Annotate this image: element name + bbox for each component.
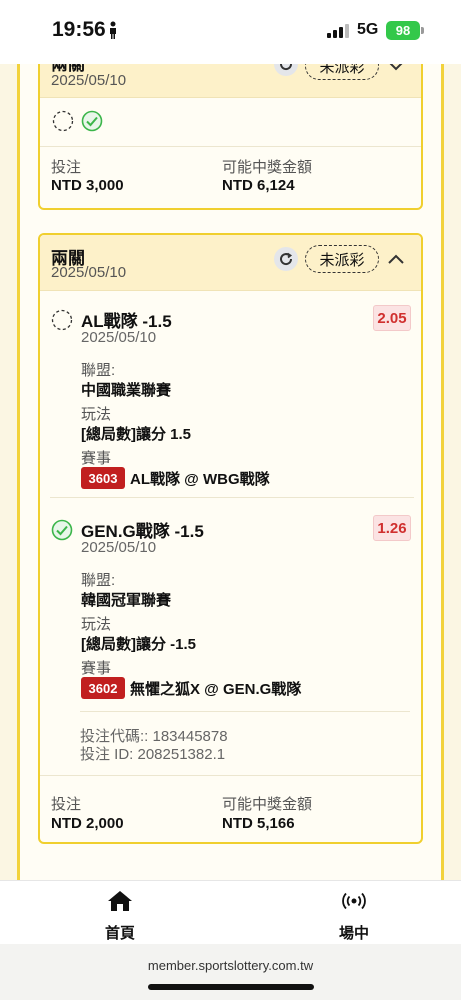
home-icon [108,891,132,911]
status-time: 19:56 [52,18,106,41]
stake-value: NTD 2,000 [51,815,124,832]
payout-label: 可能中獎金額 [222,796,313,813]
refresh-icon [280,252,293,266]
check-circle-icon [81,110,103,132]
battery-tip [421,27,424,34]
check-circle-icon [51,519,73,541]
settlement-status-label: 未派彩 [319,251,365,269]
bet-date: 2025/05/10 [51,264,127,281]
market-value: [總局數]讓分 -1.5 [81,636,197,653]
event-id-badge: 3602 [81,677,125,699]
event-name: AL戰隊 @ WBG戰隊 [130,470,270,488]
divider [40,146,421,147]
stake-label: 投注 [51,159,82,176]
settlement-status-label: 未派彩 [319,64,365,76]
market-value: [總局數]讓分 1.5 [81,426,192,443]
refresh-icon [280,64,293,71]
settlement-status: 未派彩 [305,245,379,273]
event-label: 賽事 [81,450,112,467]
odds-value: 1.26 [377,519,407,537]
selection-date: 2025/05/10 [81,539,157,556]
bet-date: 2025/05/10 [51,72,127,89]
nav-home-label: 首頁 [104,925,135,942]
league-label: 聯盟: [81,362,116,379]
event-row: 3602 無懼之狐X @ GEN.G戰隊 [81,677,301,699]
bet-card-header[interactable]: 兩關 2025/05/10 未派彩 [40,235,421,291]
league-label: 聯盟: [81,572,116,589]
divider [50,497,414,498]
market-label: 玩法 [81,406,112,423]
league-value: 韓國冠軍聯賽 [81,592,172,609]
bet-card-header[interactable]: 兩關 2025/05/10 未派彩 [40,64,421,98]
odds-value: 2.05 [377,309,407,327]
odds-badge: 1.26 [373,515,411,541]
pending-icon [52,110,74,132]
bottom-nav: 首頁 場中 [0,880,461,944]
payout-label: 可能中獎金額 [222,159,313,176]
battery-icon: 98 [386,21,420,40]
chevron-up-icon[interactable] [386,249,406,269]
nav-home[interactable]: 首頁 [80,889,160,943]
selection-item: GEN.G戰隊 -1.5 2025/05/10 1.26 聯盟: 韓國冠軍聯賽 … [51,515,411,707]
settlement-status: 未派彩 [305,64,379,80]
refresh-button[interactable] [274,247,298,271]
bet-card: 兩關 2025/05/10 未派彩 投注 NTD 3,000 可能中獎金額 NT… [38,64,423,210]
event-id-badge: 3603 [81,467,125,489]
event-name: 無懼之狐X @ GEN.G戰隊 [130,680,302,698]
payout-value: NTD 5,166 [222,815,295,832]
odds-badge: 2.05 [373,305,411,331]
payout-value: NTD 6,124 [222,177,295,194]
nav-live-label: 場中 [338,925,369,942]
browser-url-bar[interactable]: member.sportslottery.com.tw [0,944,461,1000]
chevron-down-icon[interactable] [386,64,406,76]
refresh-button[interactable] [274,64,298,76]
url-text: member.sportslottery.com.tw [147,958,314,973]
market-label: 玩法 [81,616,112,633]
bet-card: 兩關 2025/05/10 未派彩 AL戰隊 -1.5 2025/05/10 2… [38,233,423,844]
league-value: 中國職業聯賽 [81,382,172,399]
event-label: 賽事 [81,660,112,677]
stake-label: 投注 [51,796,82,813]
network-label: 5G [357,21,379,38]
content-area[interactable]: 兩關 2025/05/10 未派彩 投注 NTD 3,000 可能中獎金額 NT… [0,64,461,880]
home-indicator[interactable] [148,984,314,990]
stake-value: NTD 3,000 [51,177,124,194]
pending-icon [51,309,73,331]
selection-item: AL戰隊 -1.5 2025/05/10 2.05 聯盟: 中國職業聯賽 玩法 … [51,305,411,497]
person-icon [110,21,116,39]
signal-icon [327,24,349,38]
status-bar: 19:56 5G 98 [0,0,461,64]
divider [40,775,421,776]
divider [80,711,410,712]
nav-live[interactable]: 場中 [314,889,394,943]
event-row: 3603 AL戰隊 @ WBG戰隊 [81,467,270,489]
selection-date: 2025/05/10 [81,329,157,346]
battery-level: 98 [395,23,411,38]
bet-id: 投注 ID: 208251382.1 [80,746,226,763]
broadcast-icon [342,892,366,910]
